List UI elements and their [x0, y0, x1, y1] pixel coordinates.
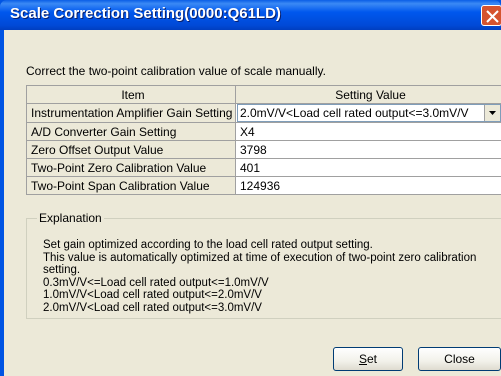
explanation-legend: Explanation: [39, 211, 102, 225]
gain-setting-dropdown[interactable]: 2.0mV/V<Load cell rated output<=3.0mV/V: [237, 104, 501, 122]
set-button-label: Set: [358, 352, 378, 366]
explanation-line: Set gain optimized according to the load…: [43, 239, 373, 251]
chevron-down-icon: [489, 111, 496, 115]
zero-offset-value[interactable]: 3798: [235, 140, 501, 159]
explanation-line: 1.0mV/V<Load cell rated output<=2.0mV/V: [43, 289, 262, 301]
explanation-line: setting.: [43, 264, 81, 276]
table-row: Two-Point Zero Calibration Value 401: [26, 158, 501, 177]
explanation-line: 0.3mV/V<=Load cell rated output<=1.0mV/V: [43, 276, 269, 289]
table-row: A/D Converter Gain Setting X4: [26, 122, 501, 141]
span-calibration-value[interactable]: 124936: [235, 176, 501, 195]
title-bar[interactable]: Scale Correction Setting(0000:Q61LD): [0, 0, 501, 30]
explanation-text: Set gain optimized according to the load…: [43, 239, 476, 314]
window-title: Scale Correction Setting(0000:Q61LD): [10, 5, 281, 22]
ad-gain-value[interactable]: X4: [235, 122, 501, 141]
explanation-group: Explanation Set gain optimized according…: [26, 211, 501, 319]
description-text: Correct the two-point calibration value …: [26, 64, 326, 78]
row-label: A/D Converter Gain Setting: [26, 122, 236, 141]
row-label: Instrumentation Amplifier Gain Setting: [26, 103, 236, 123]
row-label: Zero Offset Output Value: [26, 140, 236, 159]
close-button-label: Close: [444, 352, 475, 366]
column-header-setting-value: Setting Value: [235, 85, 501, 104]
dropdown-button[interactable]: [484, 105, 500, 121]
close-button[interactable]: Close: [418, 347, 501, 371]
column-header-item: Item: [26, 85, 236, 104]
gain-setting-cell[interactable]: 2.0mV/V<Load cell rated output<=3.0mV/V: [235, 103, 501, 123]
settings-table: Item Setting Value Instrumentation Ampli…: [26, 85, 501, 195]
zero-calibration-value[interactable]: 401: [235, 158, 501, 177]
row-label: Two-Point Span Calibration Value: [26, 176, 236, 195]
close-window-button[interactable]: [481, 5, 501, 26]
dialog-body: [4, 30, 501, 376]
gain-setting-value: 2.0mV/V<Load cell rated output<=3.0mV/V: [240, 106, 469, 120]
table-row: Instrumentation Amplifier Gain Setting 2…: [26, 103, 501, 123]
close-icon: [486, 10, 499, 23]
dialog-window: Scale Correction Setting(0000:Q61LD) Cor…: [0, 0, 501, 376]
table-row: Zero Offset Output Value 3798: [26, 140, 501, 159]
row-label: Two-Point Zero Calibration Value: [26, 158, 236, 177]
table-header-row: Item Setting Value: [26, 85, 501, 104]
table-row: Two-Point Span Calibration Value 124936: [26, 176, 501, 195]
set-button[interactable]: Set: [333, 347, 403, 371]
explanation-line: 2.0mV/V<Load cell rated output<=3.0mV/V: [43, 301, 262, 314]
explanation-line: This value is automatically optimized at…: [43, 251, 477, 264]
